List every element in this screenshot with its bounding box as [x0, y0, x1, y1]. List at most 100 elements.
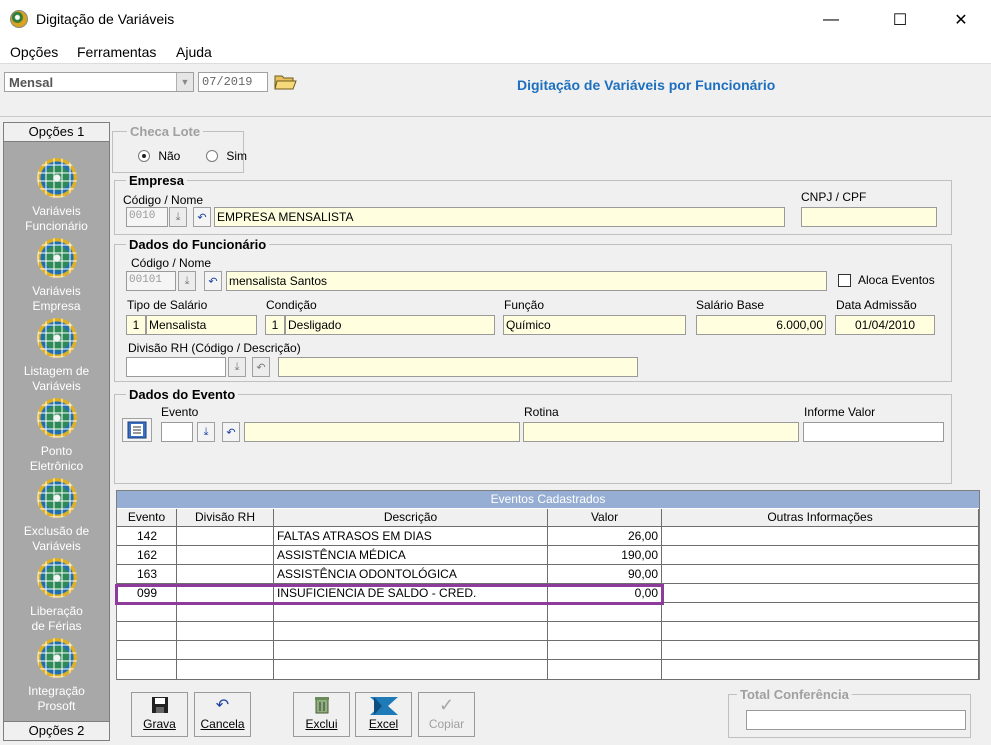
table-cell[interactable]	[177, 660, 274, 680]
period-input[interactable]: 07/2019	[198, 72, 268, 92]
table-cell[interactable]	[117, 660, 177, 680]
column-header[interactable]: Outras Informações	[662, 509, 979, 527]
table-cell[interactable]	[177, 527, 274, 546]
trash-icon	[294, 693, 349, 717]
aloca-eventos-checkbox[interactable]	[838, 274, 851, 287]
menu-opcoes[interactable]: Opções	[10, 44, 58, 60]
column-header[interactable]: Descrição	[274, 509, 548, 527]
sidebar-tab-opcoes-1[interactable]: Opções 1	[3, 122, 110, 142]
informe-valor-input[interactable]	[803, 422, 944, 442]
table-cell[interactable]	[548, 622, 662, 641]
grava-button[interactable]: Grava	[131, 692, 188, 737]
excel-button[interactable]: Excel	[355, 692, 412, 737]
table-cell[interactable]: ASSISTÊNCIA ODONTOLÓGICA	[274, 565, 548, 584]
table-cell[interactable]	[177, 641, 274, 660]
download-icon[interactable]: ⤓	[228, 357, 246, 377]
table-cell[interactable]	[662, 641, 979, 660]
sidebar-item-listagem-variaveis[interactable]: Listagem de Variáveis	[3, 318, 110, 394]
cnpj-input[interactable]	[801, 207, 937, 227]
funcionario-code-input[interactable]: 00101	[126, 271, 176, 291]
radio-sim[interactable]: Sim	[206, 148, 247, 163]
table-cell[interactable]	[274, 660, 548, 680]
total-input[interactable]	[746, 710, 966, 730]
table-cell[interactable]	[274, 641, 548, 660]
data-admissao-input[interactable]: 01/04/2010	[835, 315, 935, 335]
evento-desc-input[interactable]	[244, 422, 520, 442]
table-cell[interactable]	[662, 660, 979, 680]
download-icon[interactable]: ⤓	[197, 422, 215, 442]
table-cell[interactable]	[177, 622, 274, 641]
table-cell[interactable]	[662, 584, 979, 603]
table-cell[interactable]	[662, 546, 979, 565]
table-cell[interactable]: FALTAS ATRASOS EM DIAS	[274, 527, 548, 546]
table-cell[interactable]	[117, 603, 177, 622]
sidebar-item-exclusao-variaveis[interactable]: Exclusão de Variáveis	[3, 478, 110, 554]
table-cell[interactable]	[117, 641, 177, 660]
rotina-input[interactable]	[523, 422, 799, 442]
table-cell[interactable]: ASSISTÊNCIA MÉDICA	[274, 546, 548, 565]
salario-base-input[interactable]: 6.000,00	[696, 315, 826, 335]
table-cell[interactable]	[548, 660, 662, 680]
table-cell[interactable]	[177, 565, 274, 584]
condicao-input[interactable]: Desligado	[285, 315, 495, 335]
column-header[interactable]: Divisão RH	[177, 509, 274, 527]
sidebar-item-ponto-eletronico[interactable]: Ponto Eletrônico	[3, 398, 110, 474]
copiar-button[interactable]: ✓ Copiar	[418, 692, 475, 737]
evento-title: Dados do Evento	[126, 387, 239, 402]
close-button[interactable]: ✕	[938, 0, 984, 40]
download-icon[interactable]: ⤓	[169, 207, 187, 227]
table-cell[interactable]	[548, 603, 662, 622]
exclui-button[interactable]: Exclui	[293, 692, 350, 737]
folder-open-button[interactable]	[273, 70, 297, 92]
table-cell[interactable]	[662, 527, 979, 546]
cancela-button[interactable]: ↶ Cancela	[194, 692, 251, 737]
sidebar-item-integracao-prosoft[interactable]: Integração Prosoft	[3, 638, 110, 714]
evento-input[interactable]	[161, 422, 193, 442]
table-cell[interactable]	[548, 641, 662, 660]
table-cell[interactable]	[274, 603, 548, 622]
sidebar-item-variaveis-empresa[interactable]: Variáveis Empresa	[3, 238, 110, 314]
undo-icon[interactable]: ↶	[204, 271, 222, 291]
undo-icon[interactable]: ↶	[222, 422, 240, 442]
rotina-label: Rotina	[524, 405, 559, 419]
table-cell[interactable]	[117, 622, 177, 641]
menu-ferramentas[interactable]: Ferramentas	[77, 44, 156, 60]
table-cell[interactable]: 163	[117, 565, 177, 584]
funcao-input[interactable]: Químico	[503, 315, 686, 335]
table-cell[interactable]: 142	[117, 527, 177, 546]
table-cell[interactable]: 26,00	[548, 527, 662, 546]
undo-icon[interactable]: ↶	[193, 207, 211, 227]
download-icon[interactable]: ⤓	[178, 271, 196, 291]
table-cell[interactable]	[177, 546, 274, 565]
sidebar-item-liberacao-ferias[interactable]: Liberação de Férias	[3, 558, 110, 634]
empresa-code-input[interactable]: 0010	[126, 207, 168, 227]
book-button[interactable]	[122, 418, 152, 442]
radio-nao[interactable]: Não	[138, 148, 180, 163]
table-cell[interactable]	[662, 622, 979, 641]
funcionario-name-input[interactable]: mensalista Santos	[226, 271, 827, 291]
sidebar-tab-opcoes-2[interactable]: Opções 2	[3, 721, 110, 741]
tipo-salario-input[interactable]: Mensalista	[146, 315, 257, 335]
table-cell[interactable]	[274, 622, 548, 641]
maximize-button[interactable]: ☐	[877, 0, 923, 40]
chevron-down-icon[interactable]: ▼	[176, 73, 193, 91]
table-cell[interactable]: 162	[117, 546, 177, 565]
table-cell[interactable]	[177, 603, 274, 622]
menu-ajuda[interactable]: Ajuda	[176, 44, 212, 60]
empresa-name-input[interactable]: EMPRESA MENSALISTA	[214, 207, 785, 227]
minimize-button[interactable]: —	[808, 0, 854, 40]
condicao-code[interactable]: 1	[265, 315, 285, 335]
table-cell[interactable]: 190,00	[548, 546, 662, 565]
sidebar-item-label: Eletrônico	[29, 459, 84, 473]
table-cell[interactable]: 90,00	[548, 565, 662, 584]
tipo-salario-code[interactable]: 1	[126, 315, 146, 335]
divisao-rh-code-input[interactable]	[126, 357, 226, 377]
undo-icon[interactable]: ↶	[252, 357, 270, 377]
column-header[interactable]: Evento	[117, 509, 177, 527]
period-type-select[interactable]: Mensal ▼	[4, 72, 194, 92]
column-header[interactable]: Valor	[548, 509, 662, 527]
table-cell[interactable]	[662, 565, 979, 584]
divisao-rh-desc-input[interactable]	[278, 357, 638, 377]
sidebar-item-variaveis-funcionario[interactable]: Variáveis Funcionário	[3, 158, 110, 234]
table-cell[interactable]	[662, 603, 979, 622]
